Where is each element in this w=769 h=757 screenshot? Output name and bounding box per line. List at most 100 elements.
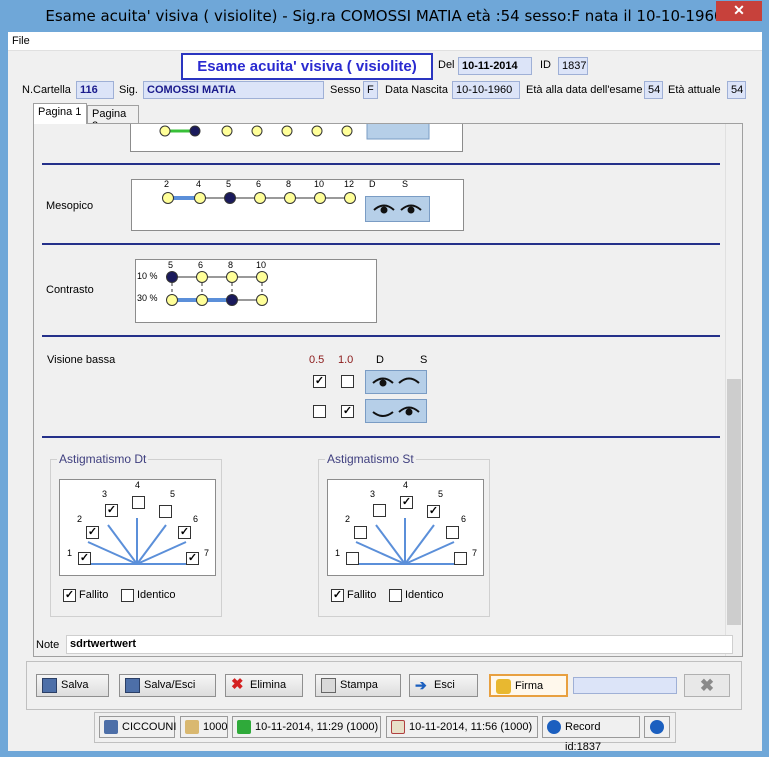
eyes-icon — [373, 204, 422, 214]
astig-st-check-1[interactable] — [346, 552, 359, 565]
close-button[interactable]: ✕ — [716, 1, 762, 21]
client-area: File Esame acuita' visiva ( visiolite) D… — [8, 32, 762, 753]
astig-st-check-2[interactable] — [354, 526, 367, 539]
esci-button[interactable]: ➔ Esci — [409, 674, 478, 697]
contrasto-scale-6: 6 — [198, 260, 204, 270]
vb-row2-05-checkbox[interactable] — [313, 405, 326, 418]
delete-x-icon: ✖ — [231, 676, 244, 693]
tab-panel: Mesopico 2 4 5 6 8 10 12 D S Contrasto 5… — [33, 123, 743, 657]
astig-dt-check-5[interactable] — [159, 505, 172, 518]
status-modified-text: 10-11-2014, 11:56 (1000) — [409, 721, 533, 733]
salva-button[interactable]: Salva — [36, 674, 109, 697]
partial-chart — [130, 124, 463, 152]
salva-esci-button[interactable]: Salva/Esci — [119, 674, 216, 697]
vb-s-label: S — [420, 354, 428, 366]
astig-dt-num-4: 4 — [135, 480, 141, 490]
astig-dt-check-7[interactable]: ✓ — [186, 552, 199, 565]
eyes-icon — [372, 377, 420, 387]
astig-dt-check-2[interactable]: ✓ — [86, 526, 99, 539]
nascita-field[interactable]: 10-10-1960 — [452, 81, 520, 99]
cartella-label: N.Cartella — [22, 84, 71, 96]
astig-dt-check-6[interactable]: ✓ — [178, 526, 191, 539]
mesopico-s-label: S — [402, 179, 409, 189]
vb-row1-05-checkbox[interactable]: ✓ — [313, 375, 326, 388]
astig-dt-group: Astigmatismo Dt 1 2 3 4 5 6 7 ✓ ✓ ✓ ✓ ✓ … — [50, 452, 222, 617]
note-label: Note — [36, 639, 60, 651]
form-title: Esame acuita' visiva ( visiolite) — [181, 53, 433, 80]
astig-st-num-4: 4 — [403, 480, 409, 490]
eta-esame-field[interactable]: 54 — [644, 81, 663, 99]
partial-chart-graphic — [159, 124, 430, 140]
mesopico-eyes-button[interactable] — [365, 196, 430, 222]
database-icon — [104, 720, 118, 734]
astig-dt-fallito-checkbox[interactable]: ✓ — [63, 589, 76, 602]
tab-pagina-2[interactable]: Pagina 2 — [87, 105, 139, 132]
astig-dt-identico-checkbox[interactable] — [121, 589, 134, 602]
vb-col-05: 0.5 — [309, 354, 325, 366]
note-input[interactable]: sdrtwertwert — [66, 635, 733, 654]
info-button[interactable] — [644, 716, 670, 738]
salva-esci-label: Salva/Esci — [144, 679, 196, 691]
astig-st-check-7[interactable] — [454, 552, 467, 565]
salva-label: Salva — [61, 679, 89, 691]
mesopico-scale-2: 2 — [164, 179, 170, 189]
astig-st-check-6[interactable] — [446, 526, 459, 539]
astig-dt-num-1: 1 — [67, 548, 73, 558]
vb-row1-eyes-button[interactable] — [365, 370, 427, 394]
cancel-x-button[interactable]: ✖ — [684, 674, 730, 697]
astig-st-chart: 1 2 3 4 5 6 7 ✓ ✓ — [327, 479, 484, 576]
del-field[interactable]: 10-11-2014 — [458, 57, 532, 75]
elimina-button[interactable]: ✖ Elimina — [225, 674, 303, 697]
contrasto-scale-8: 8 — [228, 260, 234, 270]
tab-pagina-1[interactable]: Pagina 1 — [33, 103, 87, 124]
astig-dt-check-3[interactable]: ✓ — [105, 504, 118, 517]
section-top-partial — [42, 124, 720, 165]
firma-field[interactable] — [573, 677, 677, 694]
status-code-text: 1000 — [203, 721, 228, 733]
eta-esame-label: Età alla data dell'esame — [526, 84, 643, 96]
mesopico-scale-10: 10 — [314, 179, 325, 189]
section-astigmatismo: Astigmatismo Dt 1 2 3 4 5 6 7 ✓ ✓ ✓ ✓ ✓ … — [42, 440, 720, 656]
astig-st-fallito-checkbox[interactable]: ✓ — [331, 589, 344, 602]
firma-button[interactable]: Firma — [489, 674, 568, 697]
astig-dt-title: Astigmatismo Dt — [57, 452, 149, 466]
astig-dt-identico-label: Identico — [137, 589, 176, 601]
vb-row2-eyes-button[interactable] — [365, 399, 427, 423]
section-contrasto: Contrasto 5 6 8 10 10 % 30 % — [42, 247, 720, 337]
astig-st-num-6: 6 — [461, 514, 467, 524]
elimina-label: Elimina — [250, 679, 287, 691]
eta-attuale-label: Età attuale — [668, 84, 721, 96]
vb-d-label: D — [376, 354, 384, 366]
astig-st-identico-checkbox[interactable] — [389, 589, 402, 602]
astig-dt-num-5: 5 — [170, 489, 176, 499]
astig-st-num-1: 1 — [335, 548, 341, 558]
astig-st-check-4[interactable]: ✓ — [400, 496, 413, 509]
astig-st-title: Astigmatismo St — [325, 452, 416, 466]
astig-st-check-5[interactable]: ✓ — [427, 505, 440, 518]
add-plus-icon — [237, 720, 251, 734]
eta-attuale-field[interactable]: 54 — [727, 81, 746, 99]
padlock-icon — [496, 679, 511, 694]
vertical-scrollbar[interactable] — [725, 124, 742, 656]
stampa-button[interactable]: Stampa — [315, 674, 401, 697]
vb-row1-10-checkbox[interactable] — [341, 375, 354, 388]
floppy-icon — [125, 678, 140, 693]
cartella-field[interactable]: 116 — [76, 81, 114, 99]
sig-field[interactable]: COMOSSI MATIA — [143, 81, 324, 99]
info-icon — [547, 720, 561, 734]
astig-st-check-3[interactable] — [373, 504, 386, 517]
mesopico-scale-12: 12 — [344, 179, 355, 189]
window-title: Esame acuita' visiva ( visiolite) - Sig.… — [1, 1, 768, 32]
exit-arrow-icon: ➔ — [415, 677, 427, 693]
sesso-field[interactable]: F — [363, 81, 378, 99]
app-window: Esame acuita' visiva ( visiolite) - Sig.… — [0, 0, 769, 757]
astig-dt-check-1[interactable]: ✓ — [78, 552, 91, 565]
vb-row2-10-checkbox[interactable]: ✓ — [341, 405, 354, 418]
menu-file[interactable]: File — [12, 35, 30, 47]
astig-dt-num-3: 3 — [102, 489, 108, 499]
id-label: ID — [540, 59, 551, 71]
astig-dt-check-4[interactable] — [132, 496, 145, 509]
id-field[interactable]: 1837 — [558, 57, 588, 75]
scrollbar-thumb[interactable] — [727, 379, 741, 625]
astig-st-num-5: 5 — [438, 489, 444, 499]
